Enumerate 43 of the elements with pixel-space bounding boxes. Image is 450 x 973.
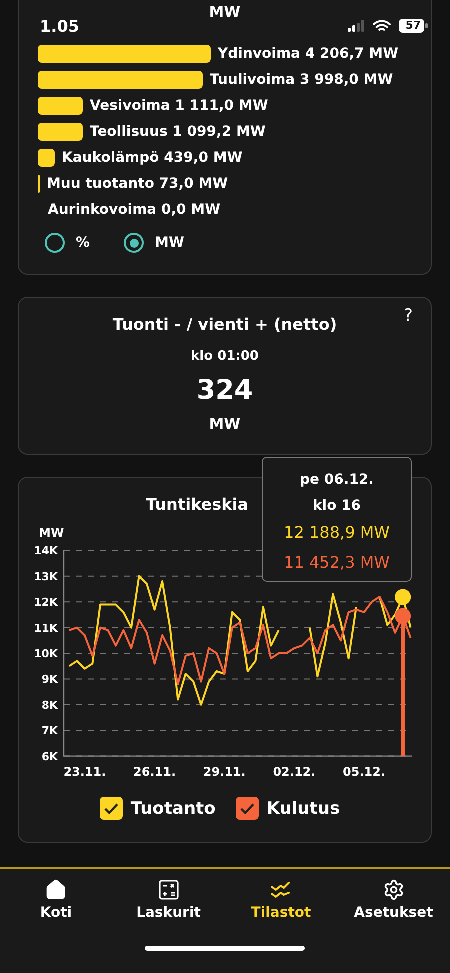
card-title: Tuonti - / vienti + (netto) (112, 315, 338, 336)
y-tick-label: 11K (34, 622, 58, 635)
source-label: Muu tuotanto 73,0 MW (47, 176, 228, 192)
source-label: Teollisuus 1 099,2 MW (90, 124, 266, 140)
y-tick-label: 9K (42, 673, 58, 686)
unit-heading: MW (209, 2, 241, 23)
legend-label: Kulutus (266, 798, 340, 818)
status-time: 1.05 (40, 16, 80, 36)
help-button[interactable]: ? (404, 306, 413, 326)
nav-tab[interactable]: Asetukset (338, 879, 450, 921)
source-label: Aurinkovoima 0,0 MW (48, 202, 221, 218)
source-label: Vesivoima 1 111,0 MW (90, 98, 268, 114)
nav-tab[interactable]: Koti (0, 879, 112, 921)
y-tick-label: 7K (42, 724, 58, 738)
axis-unit: MW (39, 526, 64, 540)
source-label: Ydinvoima 4 206,7 MW (218, 46, 399, 62)
y-tick-label: 14K (34, 544, 58, 558)
y-tick-label: 10K (34, 648, 58, 660)
nav-tab[interactable]: Tilastot (225, 879, 338, 921)
tooltip-value: 11 452,3 MW (284, 552, 390, 574)
radio-label: % (76, 235, 90, 251)
battery-level: 57 (406, 20, 421, 32)
nav-tab[interactable]: Laskurit (112, 879, 225, 921)
legend-label: Tuotanto (130, 798, 216, 818)
source-label: Kaukolämpö 439,0 MW (62, 150, 243, 166)
x-tick-label: 26.11. (134, 765, 176, 779)
x-tick-label: 23.11. (64, 765, 106, 779)
chart-title: Tuntikeskia (146, 495, 249, 516)
y-tick-label: 12K (34, 596, 58, 610)
tooltip-time: klo 16 (312, 497, 362, 516)
unit-label: MW (209, 414, 241, 435)
net-value: 324 (196, 374, 254, 408)
x-tick-label: 29.11. (203, 765, 246, 779)
tooltip-value: 12 188,9 MW (284, 522, 390, 544)
y-tick-label: 8K (42, 698, 58, 712)
source-label: Tuulivoima 3 998,0 MW (210, 72, 394, 88)
tooltip-date: pe 06.12. (300, 471, 374, 490)
time-label: klo 01:00 (191, 348, 259, 366)
x-tick-label: 02.12. (273, 765, 316, 779)
radio-label: MW (155, 235, 184, 251)
y-tick-label: 6K (42, 750, 58, 764)
x-tick-label: 05.12. (343, 765, 386, 779)
y-tick-label: 13K (34, 570, 58, 584)
